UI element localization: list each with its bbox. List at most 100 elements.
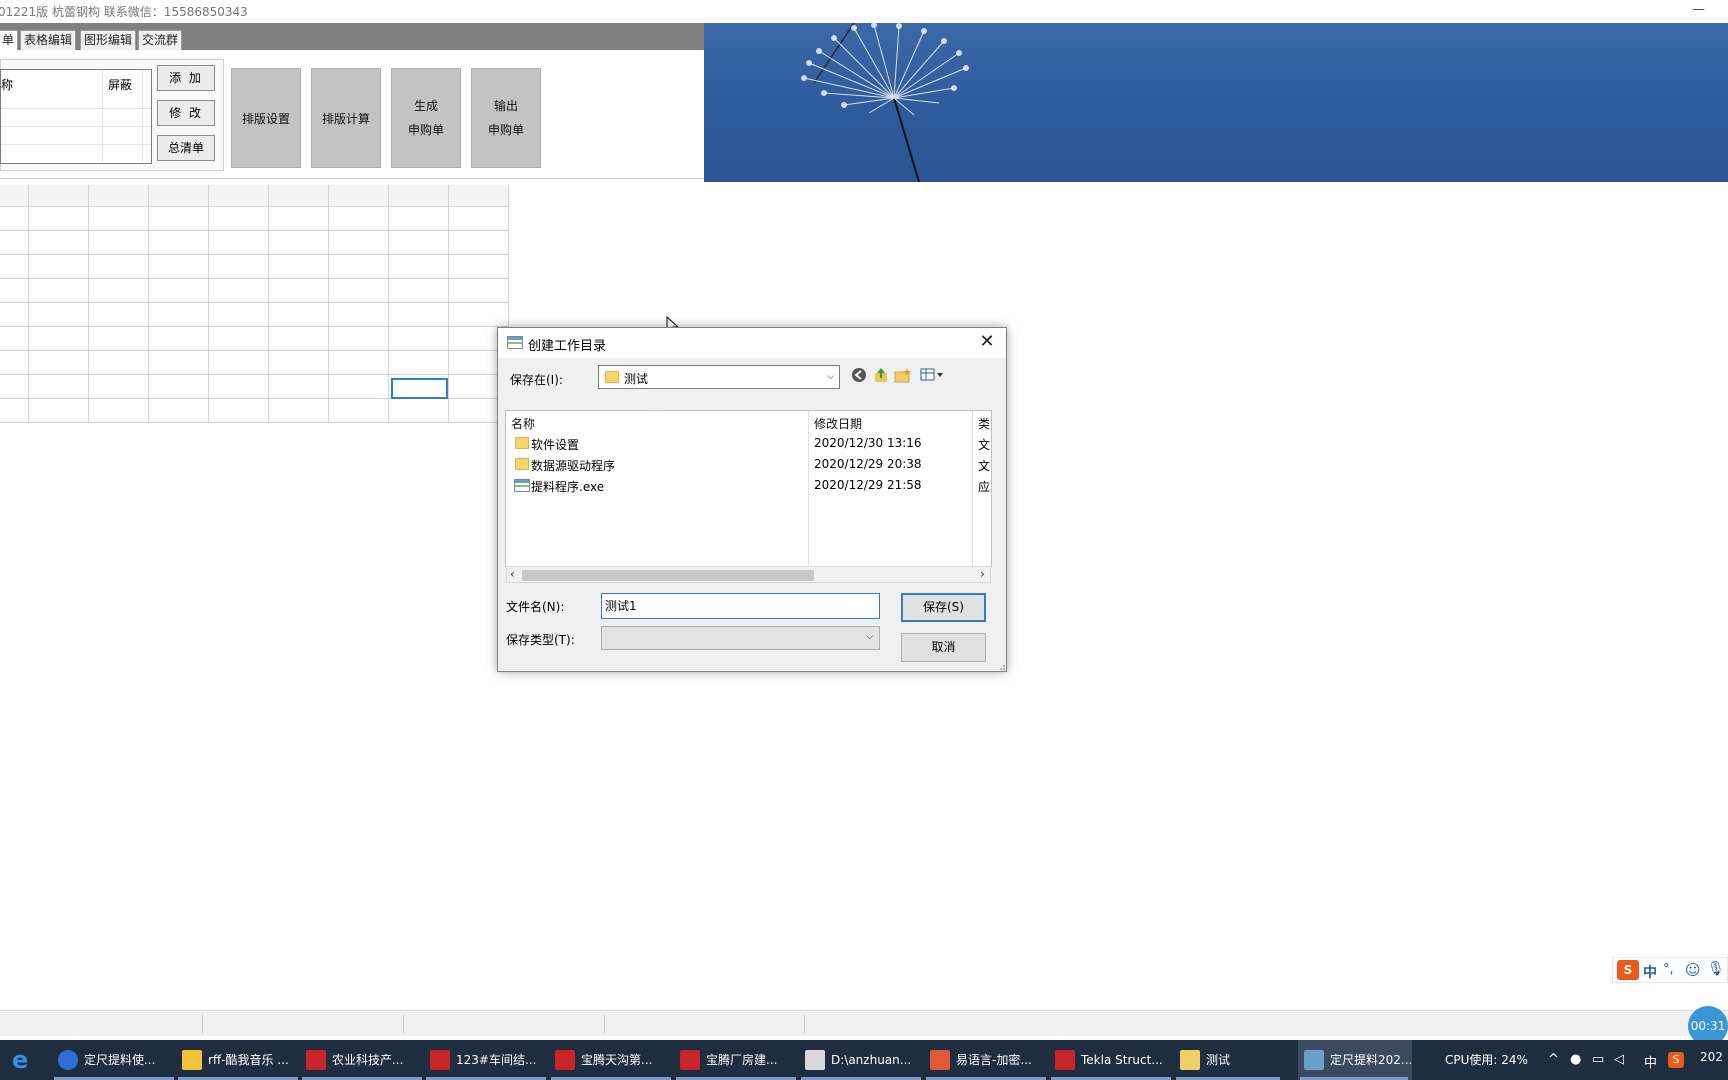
file-row[interactable]: 软件设置 2020/12/30 13:16 文 bbox=[506, 433, 991, 454]
generate-order-button[interactable]: 生成 申购单 bbox=[391, 68, 461, 168]
grid-cell[interactable] bbox=[209, 327, 269, 351]
grid-header-cell[interactable] bbox=[149, 185, 209, 207]
taskbar-item[interactable]: 123#车间结... bbox=[426, 1040, 546, 1080]
grid-cell[interactable] bbox=[269, 279, 329, 303]
clock[interactable]: 202 bbox=[1700, 1050, 1723, 1064]
grid-cell[interactable] bbox=[269, 399, 329, 423]
grid-cell[interactable] bbox=[0, 207, 29, 231]
grid-cell[interactable] bbox=[449, 255, 509, 279]
add-button[interactable]: 添 加 bbox=[157, 65, 215, 91]
grid-cell[interactable] bbox=[29, 303, 89, 327]
grid-cell[interactable] bbox=[449, 207, 509, 231]
grid-cell[interactable] bbox=[89, 375, 149, 399]
taskbar-item[interactable]: 测试 bbox=[1176, 1040, 1290, 1080]
close-icon[interactable]: ✕ bbox=[974, 331, 1000, 355]
taskbar-item[interactable]: 农业科技产... bbox=[302, 1040, 422, 1080]
grid-cell[interactable] bbox=[389, 327, 449, 351]
save-in-dropdown[interactable]: 测试 ⌵ bbox=[598, 365, 840, 389]
grid-cell[interactable] bbox=[209, 303, 269, 327]
chevron-up-icon[interactable]: ^ bbox=[1548, 1052, 1559, 1067]
grid-cell[interactable] bbox=[329, 351, 389, 375]
grid-header-cell[interactable] bbox=[449, 185, 509, 207]
grid-header-cell[interactable] bbox=[89, 185, 149, 207]
grid-cell[interactable] bbox=[389, 351, 449, 375]
volume-icon[interactable]: ◁ bbox=[1614, 1052, 1624, 1067]
grid-cell[interactable] bbox=[329, 399, 389, 423]
up-folder-icon[interactable] bbox=[872, 367, 890, 385]
grid-cell[interactable] bbox=[209, 279, 269, 303]
grid-cell[interactable] bbox=[389, 255, 449, 279]
grid-cell[interactable] bbox=[0, 399, 29, 423]
microphone-icon[interactable]: ● bbox=[1570, 1052, 1581, 1067]
layout-calc-button[interactable]: 排版计算 bbox=[311, 68, 381, 168]
new-folder-icon[interactable] bbox=[894, 367, 912, 385]
grid-cell[interactable] bbox=[89, 279, 149, 303]
tab-group[interactable]: 交流群 bbox=[138, 30, 183, 50]
grid-cell[interactable] bbox=[89, 351, 149, 375]
grid-cell[interactable] bbox=[29, 399, 89, 423]
view-menu-icon[interactable] bbox=[920, 367, 944, 385]
grid-cell[interactable] bbox=[89, 399, 149, 423]
grid-cell[interactable] bbox=[29, 351, 89, 375]
microphone-icon[interactable]: 🎙 bbox=[1707, 961, 1725, 977]
grid-header-cell[interactable] bbox=[389, 185, 449, 207]
grid-cell[interactable] bbox=[29, 327, 89, 351]
grid-cell[interactable] bbox=[89, 231, 149, 255]
grid-cell[interactable] bbox=[269, 207, 329, 231]
tab-list[interactable]: 单 bbox=[0, 30, 18, 50]
grid-cell[interactable] bbox=[209, 375, 269, 399]
grid-cell[interactable] bbox=[269, 303, 329, 327]
grid-cell[interactable] bbox=[0, 279, 29, 303]
grid-cell[interactable] bbox=[149, 279, 209, 303]
filetype-dropdown[interactable]: ⌵ bbox=[601, 626, 880, 650]
grid-cell[interactable] bbox=[269, 375, 329, 399]
grid-header-cell[interactable] bbox=[329, 185, 389, 207]
file-row[interactable]: 提料程序.exe 2020/12/29 21:58 应 bbox=[506, 475, 991, 496]
grid-cell[interactable] bbox=[329, 279, 389, 303]
ime-punct[interactable]: °, bbox=[1663, 962, 1674, 977]
grid-cell[interactable] bbox=[389, 279, 449, 303]
grid-header-cell[interactable] bbox=[29, 185, 89, 207]
scrollbar-thumb[interactable] bbox=[522, 570, 814, 581]
grid-cell[interactable] bbox=[0, 375, 29, 399]
grid-cell[interactable] bbox=[29, 231, 89, 255]
scroll-left-icon[interactable]: ‹ bbox=[510, 567, 515, 581]
tab-table-edit[interactable]: 表格编辑 bbox=[20, 30, 77, 50]
cancel-button[interactable]: 取消 bbox=[901, 633, 986, 662]
layout-settings-button[interactable]: 排版设置 bbox=[231, 68, 301, 168]
export-order-button[interactable]: 输出 申购单 bbox=[471, 68, 541, 168]
grid-cell[interactable] bbox=[209, 231, 269, 255]
grid-cell[interactable] bbox=[149, 399, 209, 423]
grid-cell[interactable] bbox=[449, 231, 509, 255]
resize-grip-icon[interactable] bbox=[996, 661, 1006, 671]
grid-cell[interactable] bbox=[269, 231, 329, 255]
grid-cell[interactable] bbox=[29, 279, 89, 303]
taskbar-item[interactable]: D:\anzhuan... bbox=[801, 1040, 921, 1080]
save-button[interactable]: 保存(S) bbox=[901, 593, 986, 622]
grid-cell[interactable] bbox=[29, 375, 89, 399]
grid-cell[interactable] bbox=[29, 207, 89, 231]
grid-cell[interactable] bbox=[209, 255, 269, 279]
grid-cell[interactable] bbox=[329, 207, 389, 231]
grid-header-cell[interactable] bbox=[269, 185, 329, 207]
grid-cell[interactable] bbox=[269, 351, 329, 375]
clear-all-button[interactable]: 总清单 bbox=[157, 135, 215, 161]
file-row[interactable]: 数据源驱动程序 2020/12/29 20:38 文 bbox=[506, 454, 991, 475]
filename-input[interactable]: 测试1 bbox=[601, 593, 880, 619]
grid-cell[interactable] bbox=[29, 255, 89, 279]
grid-cell[interactable] bbox=[89, 327, 149, 351]
taskbar-item[interactable]: 宝腾厂房建... bbox=[676, 1040, 796, 1080]
ime-mode[interactable]: 中 bbox=[1643, 962, 1657, 982]
shield-list[interactable]: 称 屏蔽 bbox=[0, 69, 152, 164]
grid-cell[interactable] bbox=[149, 375, 209, 399]
grid-cell[interactable] bbox=[0, 231, 29, 255]
grid-cell[interactable] bbox=[209, 207, 269, 231]
grid-cell[interactable] bbox=[149, 255, 209, 279]
grid-cell[interactable] bbox=[389, 399, 449, 423]
network-icon[interactable]: ▭ bbox=[1592, 1052, 1604, 1067]
grid-cell[interactable] bbox=[269, 327, 329, 351]
column-header-modified[interactable]: 修改日期 bbox=[814, 415, 862, 432]
grid-cell[interactable] bbox=[449, 279, 509, 303]
modify-button[interactable]: 修 改 bbox=[157, 100, 215, 126]
grid-cell[interactable] bbox=[329, 375, 389, 399]
